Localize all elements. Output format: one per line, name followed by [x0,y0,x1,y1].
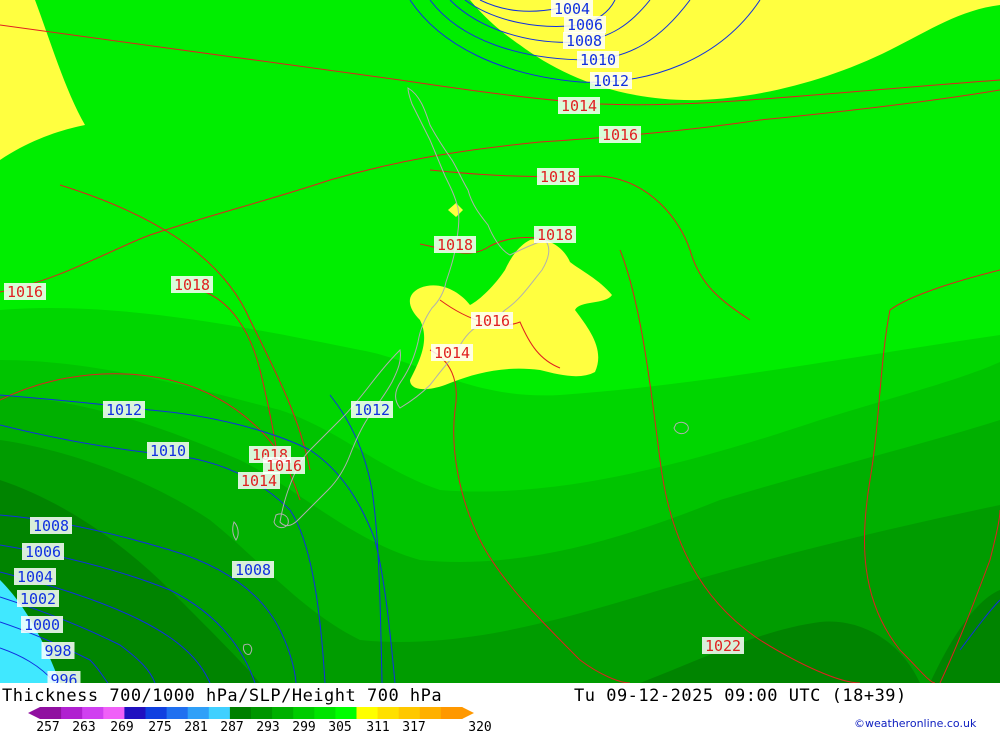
svg-text:1002: 1002 [20,590,56,608]
scale-tick-label: 293 [256,720,279,733]
svg-text:1012: 1012 [354,401,390,419]
slp-label-high: 1018 [534,226,576,244]
scale-swatch [229,707,252,719]
slp-label-high: 1014 [558,97,600,115]
scale-swatch [145,707,168,719]
scale-swatch [187,707,210,719]
scale-swatch [293,707,315,719]
scale-tick-label: 305 [328,720,351,733]
scale-tick-label: 275 [148,720,171,733]
svg-text:1012: 1012 [593,72,629,90]
svg-text:1010: 1010 [150,442,186,460]
svg-text:1008: 1008 [235,561,271,579]
scale-swatch [398,707,421,719]
slp-label-high: 1018 [537,168,579,186]
scale-swatch [419,707,442,719]
scale-swatches [28,707,474,719]
color-scale: 257 263 269 275 281 287 293 299 305 311 317 320 [28,707,492,733]
slp-label-low: 1006 [22,543,64,561]
weather-map: 1004100610081010101210141016101810181018… [0,0,1000,683]
slp-label-low: 1002 [17,590,59,608]
scale-swatch [314,707,336,719]
slp-label-high: 1018 [434,236,476,254]
scale-right-arrow [462,707,474,719]
valid-time: Tu 09-12-2025 09:00 UTC (18+39) [574,686,907,706]
svg-text:1014: 1014 [434,344,470,362]
slp-label-low: 1004 [14,568,56,586]
slp-label-low: 1010 [577,51,619,69]
scale-tick-label: 311 [366,720,389,733]
scale-tick-label: 257 [36,720,59,733]
scale-tick-label: 299 [292,720,315,733]
svg-text:996: 996 [50,671,77,683]
svg-text:1018: 1018 [174,276,210,294]
svg-text:1014: 1014 [561,97,597,115]
svg-text:998: 998 [44,642,71,660]
scale-swatch [440,707,463,719]
svg-text:1018: 1018 [540,168,576,186]
svg-text:1018: 1018 [537,226,573,244]
svg-text:1006: 1006 [25,543,61,561]
scale-tick-label: 263 [72,720,95,733]
slp-label-low: 998 [41,642,75,660]
svg-text:1000: 1000 [24,616,60,634]
svg-text:1010: 1010 [580,51,616,69]
slp-label-high: 1016 [471,312,513,330]
scale-tick-labels: 257 263 269 275 281 287 293 299 305 311 317 320 [36,720,491,733]
scale-tick-label: 320 [468,720,491,733]
slp-label-low: 996 [47,671,81,683]
scale-swatch [251,707,273,719]
slp-label-high: 1016 [4,283,46,301]
svg-text:1014: 1014 [241,472,277,490]
scale-left-arrow [28,707,40,719]
scale-swatch [272,707,294,719]
slp-label-low: 1012 [351,401,393,419]
svg-text:1016: 1016 [7,283,43,301]
scale-swatch [40,707,62,719]
scale-swatch [335,707,357,719]
scale-swatch [377,707,400,719]
slp-label-low: 1012 [103,401,145,419]
svg-text:1008: 1008 [566,32,602,50]
scale-swatch [166,707,189,719]
credit-link[interactable]: ©weatheronline.co.uk [854,717,976,730]
svg-text:1016: 1016 [474,312,510,330]
map-title: Thickness 700/1000 hPa/SLP/Height 700 hP… [2,686,443,706]
slp-label-high: 1014 [431,344,473,362]
svg-text:1016: 1016 [602,126,638,144]
scale-tick-label: 269 [110,720,133,733]
slp-label-high: 1014 [238,472,280,490]
svg-text:1012: 1012 [106,401,142,419]
scale-swatch [124,707,146,719]
slp-label-low: 1008 [563,32,605,50]
svg-text:1004: 1004 [17,568,53,586]
scale-swatch [103,707,125,719]
svg-text:1008: 1008 [33,517,69,535]
slp-label-low: 1000 [21,616,63,634]
slp-label-high: 1018 [171,276,213,294]
scale-swatch [356,707,379,719]
slp-label-high: 1016 [599,126,641,144]
svg-text:1018: 1018 [437,236,473,254]
scale-tick-label: 287 [220,720,243,733]
svg-text:1022: 1022 [705,637,741,655]
scale-tick-label: 317 [402,720,425,733]
scale-swatch [208,707,231,719]
slp-label-low: 1012 [590,72,632,90]
scale-swatch [61,707,83,719]
slp-label-high: 1022 [702,637,744,655]
slp-label-low: 1008 [30,517,72,535]
slp-label-low: 1010 [147,442,189,460]
slp-label-low: 1008 [232,561,274,579]
scale-swatch [82,707,104,719]
scale-tick-label: 281 [184,720,207,733]
